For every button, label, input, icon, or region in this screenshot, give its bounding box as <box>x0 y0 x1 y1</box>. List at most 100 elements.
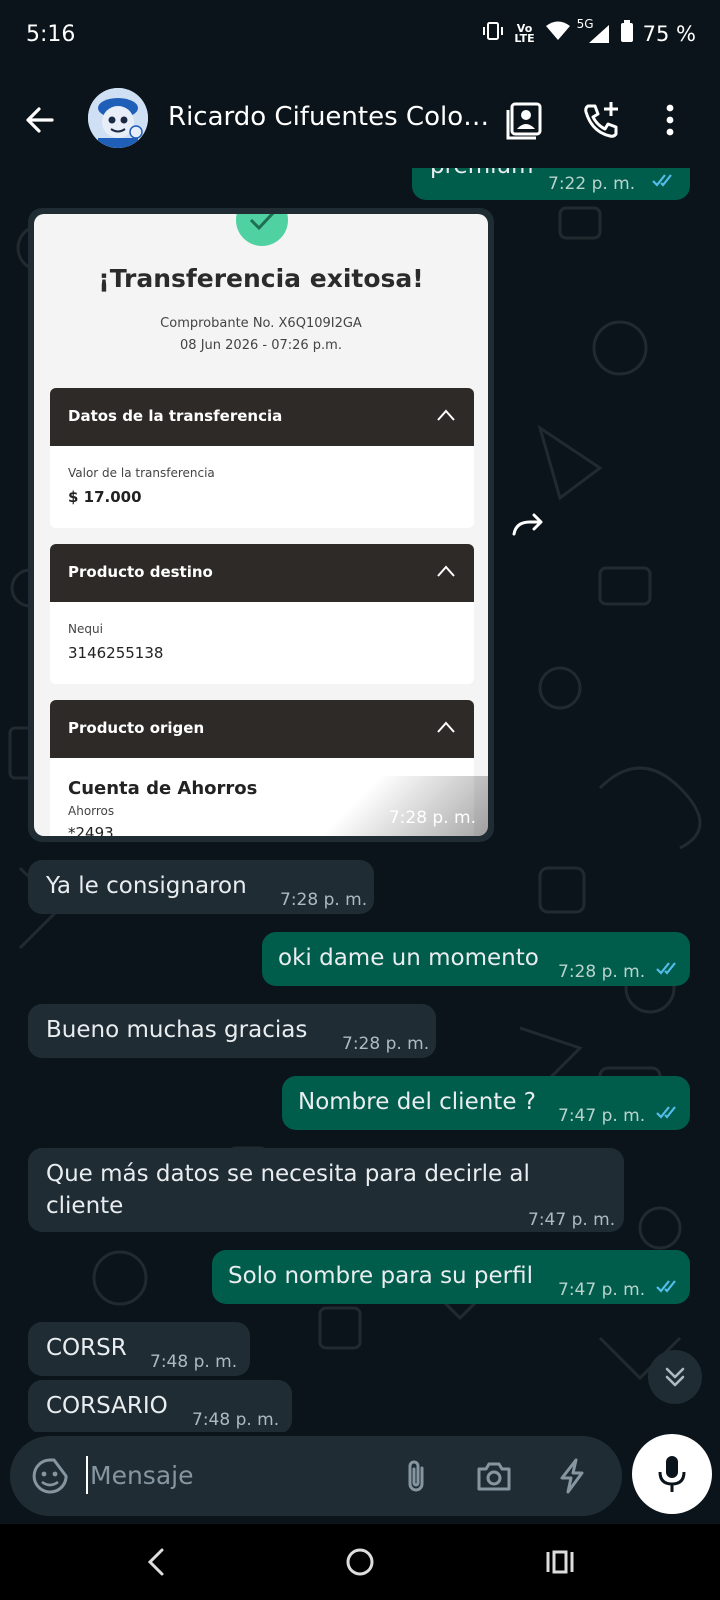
message-time: 7:47 p. m. <box>558 1106 646 1126</box>
message-time: 7:47 p. m. <box>528 1210 616 1230</box>
section-body-transfer: Valor de la transferencia $ 17.000 <box>50 446 474 528</box>
section-header-destination: Producto destino <box>50 544 474 602</box>
contact-card-button[interactable] <box>504 98 548 142</box>
add-call-icon <box>584 102 618 138</box>
sticker-button[interactable] <box>30 1456 70 1496</box>
message-time: 7:47 p. m. <box>558 1280 646 1300</box>
message-incoming[interactable]: Ya le consignaron 7:28 p. m. <box>28 860 374 914</box>
success-check-icon <box>236 214 288 246</box>
message-text: Que más datos se necesita para decirle a… <box>46 1161 530 1187</box>
attach-icon <box>408 1460 424 1492</box>
image-message[interactable]: ¡Transferencia exitosa! Comprobante No. … <box>28 208 494 842</box>
message-text: CORSR <box>46 1335 127 1361</box>
wifi-icon <box>545 20 571 47</box>
receipt-title: ¡Transferencia exitosa! <box>98 264 424 293</box>
section-title: Producto origen <box>68 719 205 737</box>
signal-icon: 5G <box>577 17 611 45</box>
message-outgoing[interactable]: Solo nombre para su perfil 7:47 p. m. <box>212 1250 690 1304</box>
camera-button[interactable] <box>474 1456 514 1496</box>
mic-icon <box>658 1456 686 1492</box>
field-label: Ahorros <box>68 804 115 818</box>
message-time: 7:22 p. m. <box>548 174 636 194</box>
forward-button[interactable] <box>508 504 548 544</box>
section-body-destination: Nequi 3146255138 <box>50 602 474 684</box>
message-time: 7:28 p. m. <box>558 962 646 982</box>
message-time: 7:48 p. m. <box>192 1410 280 1430</box>
message-input[interactable] <box>90 1452 390 1498</box>
double-chevron-down-icon <box>665 1367 685 1387</box>
field-label: Valor de la transferencia <box>68 466 215 480</box>
message-incoming[interactable]: CORSR 7:48 p. m. <box>28 1322 250 1376</box>
nav-back-icon <box>147 1548 164 1576</box>
message-text: Ya le consignaron <box>46 873 247 899</box>
message-text: Nombre del cliente ? <box>298 1089 536 1115</box>
chevron-up-icon <box>437 565 455 577</box>
message-text: Solo nombre para su perfil <box>228 1263 534 1289</box>
system-nav-bar <box>0 1524 720 1600</box>
lightning-icon <box>560 1458 584 1494</box>
camera-icon <box>477 1462 511 1491</box>
message-incoming[interactable]: Que más datos se necesita para decirle a… <box>28 1148 624 1232</box>
read-ticks-icon <box>652 174 672 187</box>
message-text-line-2: cliente <box>46 1193 124 1219</box>
field-value: 3146255138 <box>68 644 164 662</box>
field-value: $ 17.000 <box>68 488 142 506</box>
volte-line-2: LTE <box>514 31 535 45</box>
chevron-up-icon <box>437 721 455 733</box>
receipt-image[interactable]: ¡Transferencia exitosa! Comprobante No. … <box>34 214 488 836</box>
message-incoming[interactable]: CORSARIO 7:48 p. m. <box>28 1380 292 1432</box>
section-title: Producto destino <box>68 563 213 581</box>
status-bar: 5:16 Vo LTE 5G 75 % <box>0 0 720 72</box>
message-incoming[interactable]: Bueno muchas gracias 7:28 p. m. <box>28 1004 436 1058</box>
text-cursor <box>86 1456 88 1494</box>
battery-icon <box>620 20 633 47</box>
nav-home-button[interactable] <box>340 1542 380 1582</box>
compose-bar <box>0 1432 720 1524</box>
receipt-voucher: Comprobante No. X6Q109I2GA <box>160 316 362 331</box>
contact-card-icon <box>506 102 542 140</box>
read-ticks-icon <box>656 1280 676 1293</box>
section-header-origin: Producto origen <box>50 700 474 758</box>
field-value: Cuenta de Ahorros <box>68 778 258 799</box>
message-time: 7:48 p. m. <box>150 1352 238 1372</box>
message-text: premium <box>430 168 533 182</box>
more-options-button[interactable] <box>648 98 692 142</box>
nav-home-icon <box>346 1548 374 1576</box>
status-icons: Vo LTE 5G 75 % <box>482 17 696 47</box>
chevron-up-icon <box>437 409 455 421</box>
message-text: oki dame un momento <box>278 945 539 971</box>
section-title: Datos de la transferencia <box>68 407 283 425</box>
add-call-button[interactable] <box>580 98 624 142</box>
message-outgoing[interactable]: premium 7:22 p. m. <box>412 168 690 200</box>
chat-area[interactable]: premium 7:22 p. m. ¡Transferencia exitos… <box>0 168 720 1432</box>
message-outgoing[interactable]: Nombre del cliente ? 7:47 p. m. <box>282 1076 690 1130</box>
volte-icon: Vo LTE <box>514 23 535 45</box>
avatar[interactable] <box>88 88 148 148</box>
message-text: Bueno muchas gracias <box>46 1017 308 1043</box>
contact-name[interactable]: Ricardo Cifuentes Colo… <box>168 102 498 132</box>
message-text: CORSARIO <box>46 1393 168 1419</box>
forward-icon <box>512 513 543 536</box>
read-ticks-icon <box>656 962 676 975</box>
nav-back-button[interactable] <box>138 1542 178 1582</box>
message-outgoing[interactable]: oki dame un momento 7:28 p. m. <box>262 932 690 986</box>
battery-level: 75 % <box>642 21 696 46</box>
message-time: 7:28 p. m. <box>280 890 368 910</box>
attach-button[interactable] <box>396 1456 436 1496</box>
quick-reply-button[interactable] <box>552 1456 592 1496</box>
field-label: Nequi <box>68 622 103 636</box>
scroll-to-bottom-button[interactable] <box>648 1350 702 1404</box>
message-time: 7:28 p. m. <box>388 808 476 828</box>
back-button[interactable] <box>20 100 60 140</box>
more-vertical-icon <box>666 104 674 136</box>
section-header-transfer: Datos de la transferencia <box>50 388 474 446</box>
back-arrow-icon <box>26 107 54 133</box>
nav-recents-button[interactable] <box>540 1542 580 1582</box>
read-ticks-icon <box>656 1106 676 1119</box>
message-composer <box>10 1436 622 1516</box>
message-time: 7:28 p. m. <box>342 1034 430 1054</box>
status-time: 5:16 <box>26 22 76 47</box>
receipt-datetime: 08 Jun 2026 - 07:26 p.m. <box>180 338 342 353</box>
nav-recents-icon <box>546 1550 574 1574</box>
voice-message-button[interactable] <box>632 1434 712 1514</box>
